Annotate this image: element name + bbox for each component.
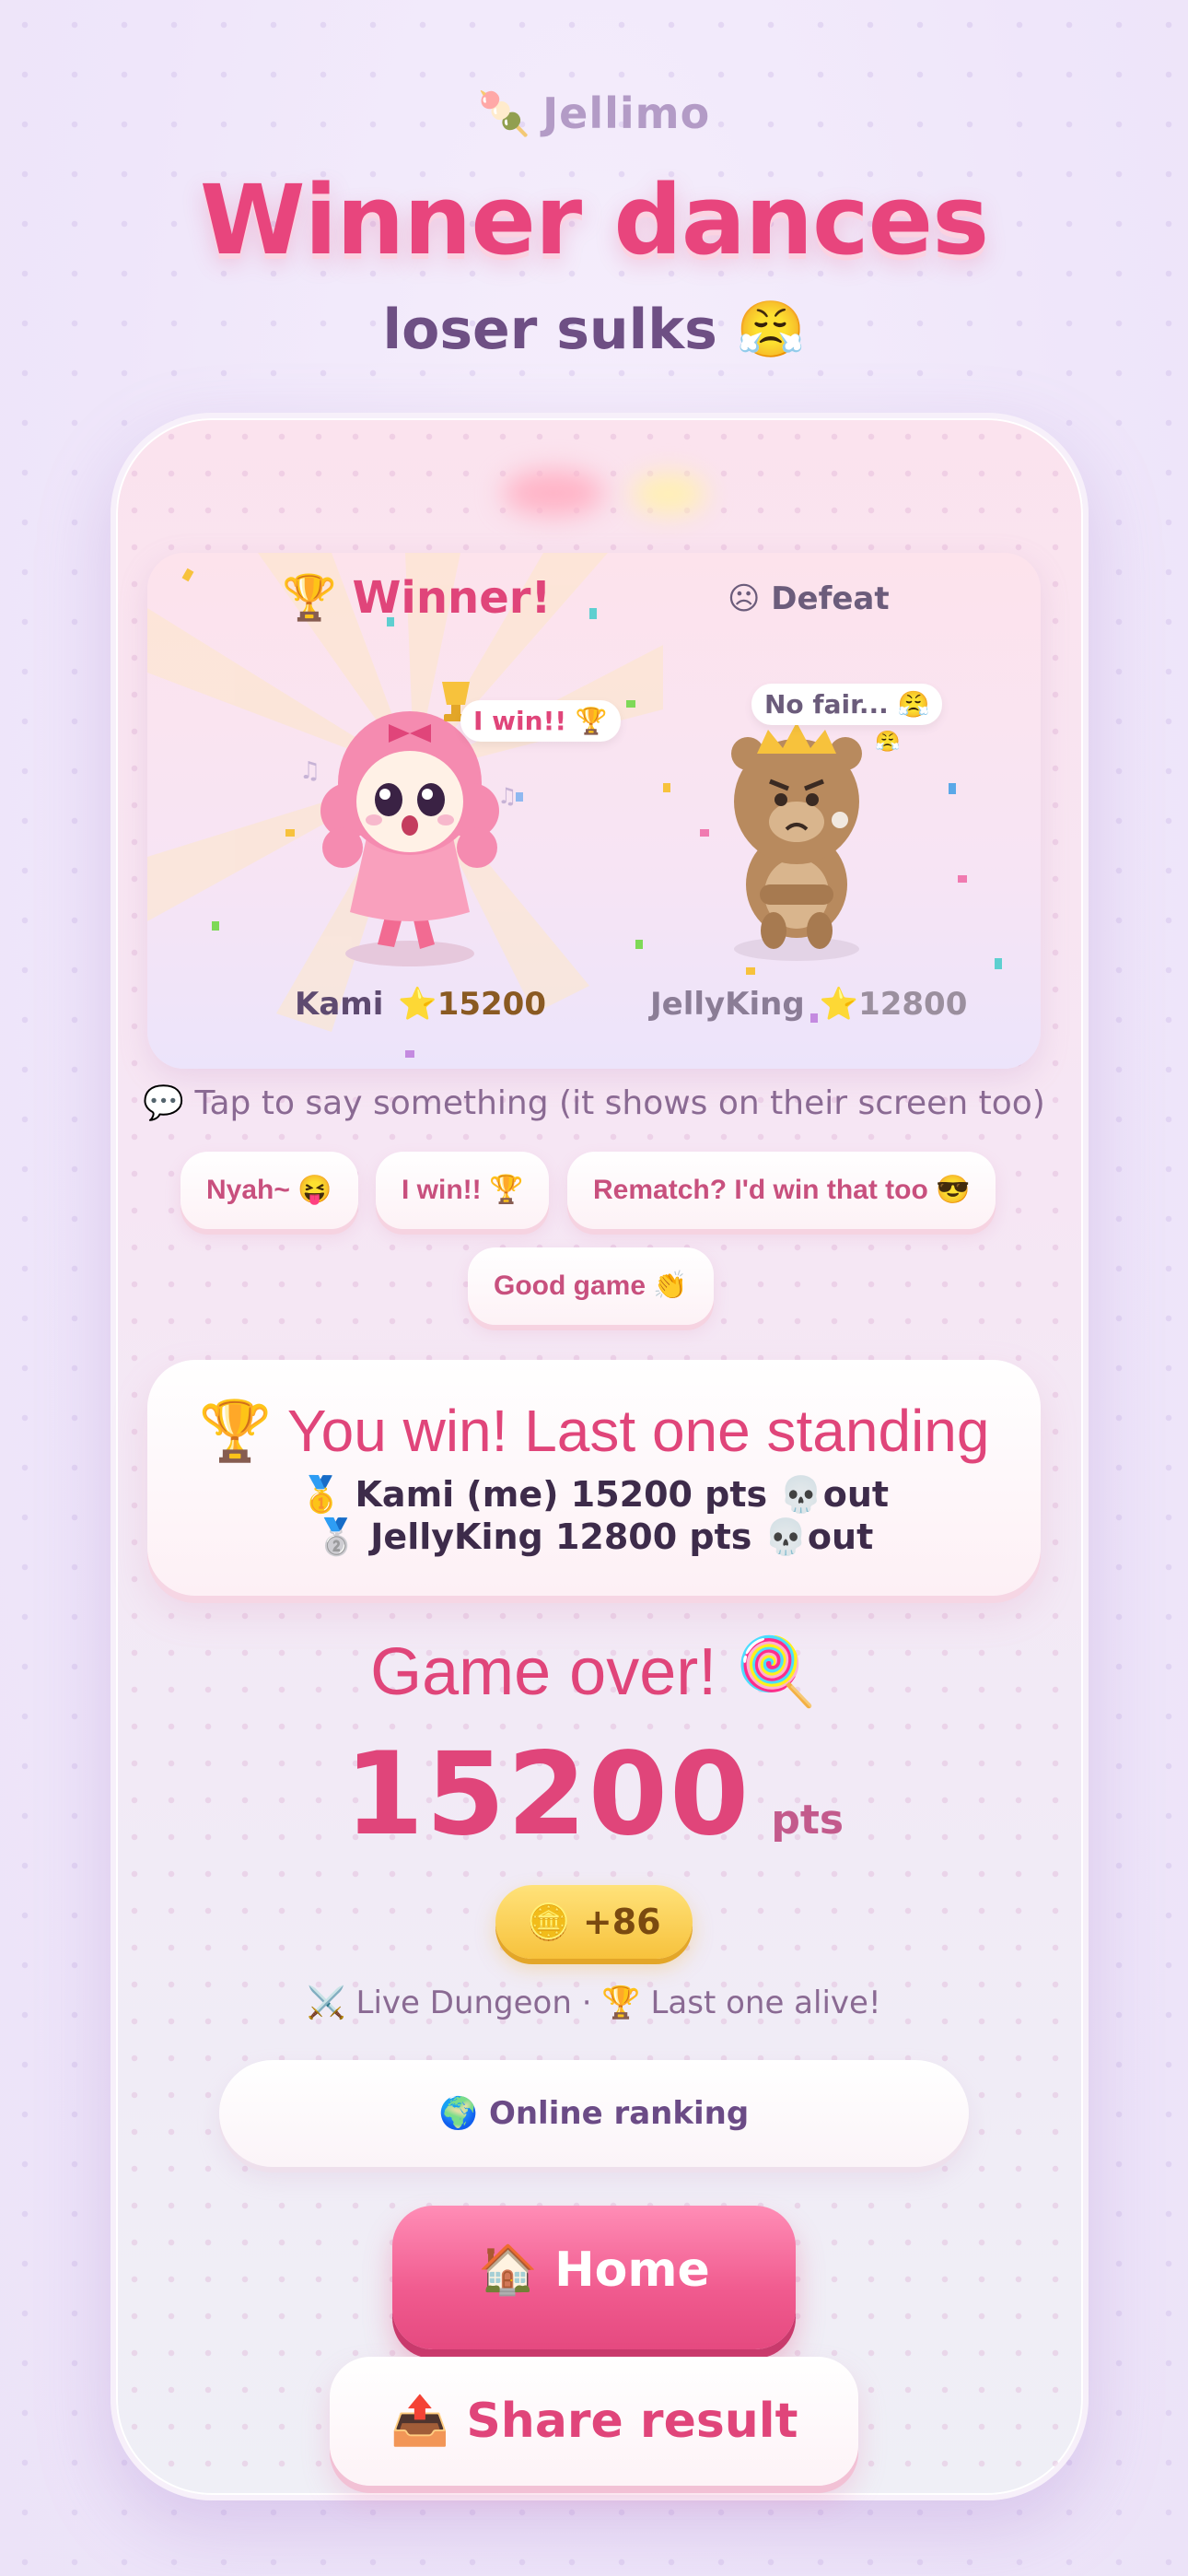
quick-chat-i-win[interactable]: I win!! 🏆 [376, 1152, 550, 1229]
coin-reward-badge: 🪙 +86 [495, 1885, 693, 1959]
game-over-title: Game over! 🍭 [370, 1635, 818, 1709]
quick-chat-good-game[interactable]: Good game 👏 [468, 1247, 714, 1325]
home-button[interactable]: 🏠 Home [392, 2206, 796, 2349]
player-kami: Kami ⭐15200 [295, 986, 546, 1023]
game-mode-info: ⚔️ Live Dungeon · 🏆 Last one alive! [307, 1985, 881, 2021]
quick-chat-nyah[interactable]: Nyah~ 😝 [181, 1152, 358, 1229]
result-row: 🥈 JellyKing 12800 pts 💀out [314, 1516, 874, 1557]
result-card: 🏆 You win! Last one standing 🥇 Kami (me)… [147, 1360, 1041, 1596]
player-score: ⭐12800 [819, 986, 968, 1023]
final-score-value: 15200 [344, 1728, 751, 1861]
loser-speech-bubble: No fair... 😤 [751, 684, 943, 725]
subheadline: loser sulks 😤 [382, 298, 806, 362]
player-jellyking: JellyKing ⭐12800 [650, 986, 967, 1023]
brand-header: 🍡 Jellimo [0, 88, 1188, 139]
final-score-unit: pts [771, 1797, 844, 1844]
winner-speech-bubble: I win!! 🏆 [460, 700, 621, 742]
glow-blob [632, 474, 705, 514]
headline: Winner dances [199, 164, 989, 276]
jellyking-character: 😤 [731, 722, 900, 961]
chat-hint: 💬 Tap to say something (it shows on thei… [143, 1084, 1045, 1122]
quick-chat-rematch[interactable]: Rematch? I'd win that too 😎 [567, 1152, 996, 1229]
player-name: Kami [295, 986, 384, 1023]
final-score: 15200 pts [0, 1728, 1188, 1861]
player-score: ⭐15200 [398, 986, 546, 1023]
brand-name: Jellimo [542, 88, 711, 138]
battle-scene: ♫ ♫ 😤 🏆 Winner! ☹ Defeat I win!! 🏆 No fa [147, 553, 1041, 1069]
winner-label: 🏆 Winner! [282, 572, 552, 624]
online-ranking-button[interactable]: 🌍 Online ranking [219, 2060, 969, 2167]
defeat-label: ☹ Defeat [728, 580, 890, 617]
dango-icon: 🍡 [477, 88, 532, 138]
svg-text:♫: ♫ [299, 757, 320, 785]
result-row: 🥇 Kami (me) 15200 pts 💀out [298, 1474, 890, 1515]
share-result-button[interactable]: 📤 Share result [330, 2357, 858, 2486]
svg-text:😤: 😤 [875, 730, 900, 754]
glow-blob [503, 470, 604, 516]
result-title: 🏆 You win! Last one standing [198, 1398, 990, 1464]
svg-text:♫: ♫ [497, 783, 518, 809]
player-name: JellyKing [650, 986, 805, 1023]
